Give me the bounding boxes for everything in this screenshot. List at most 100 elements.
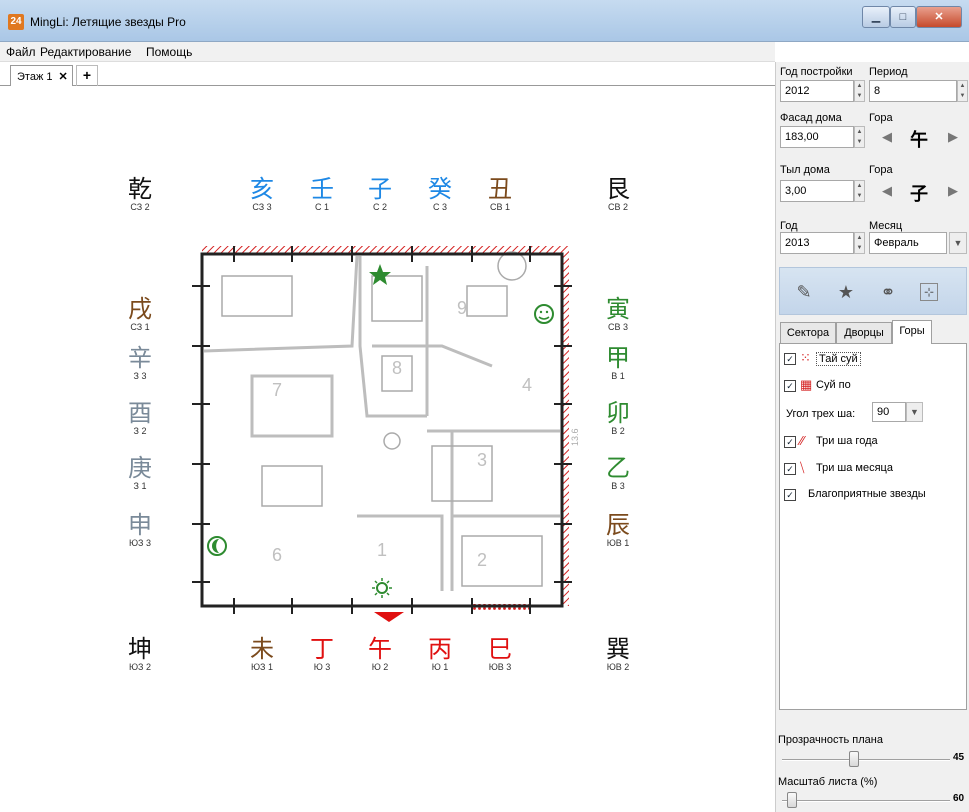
minimize-button[interactable]: ▁	[862, 6, 890, 28]
compass-center-icon[interactable]: ⊹	[920, 283, 938, 301]
three-sha-month-checkbox[interactable]: ✓	[784, 463, 796, 475]
year-built-spinner[interactable]: ▲ ▼	[854, 80, 865, 102]
mountain-bottom-6-label: ЮВ 2	[606, 662, 630, 672]
month-select[interactable]: Февраль	[869, 232, 947, 254]
facade-mountain: 午	[910, 130, 928, 151]
window-title: MingLi: Летящие звезды Pro	[30, 15, 186, 29]
facing-marker-bottom	[374, 612, 404, 622]
mountain-top-5-glyph: 丑	[488, 175, 512, 203]
plan-opacity-track[interactable]	[782, 759, 950, 761]
menu-edit[interactable]: Редактирование	[40, 45, 131, 59]
back-spinner[interactable]: ▲ ▼	[854, 180, 865, 202]
tab-close-icon[interactable]: ✕	[59, 71, 68, 83]
tai-sui-checkbox[interactable]: ✓	[784, 353, 796, 365]
mountain-top-0-label: СЗ 2	[130, 202, 150, 212]
mountain-right-0-glyph: 寅	[606, 295, 630, 323]
mountain-bottom-5-glyph: 巳	[488, 635, 512, 663]
three-sha-angle-select[interactable]: 90	[872, 402, 906, 422]
room-label-2: 2	[477, 550, 487, 570]
mountain-bottom-2-label: Ю 3	[313, 662, 331, 672]
tool-strip: ✎ ★ ⚭ ⊹	[779, 267, 967, 315]
back-input[interactable]: 3,00	[780, 180, 854, 202]
mountain-top-4-glyph: 癸	[428, 175, 452, 203]
three-sha-year-icon: ⁄⁄	[800, 433, 805, 448]
room-label-1: 1	[377, 540, 387, 560]
mountain-top-6-glyph: 艮	[606, 175, 630, 203]
mountain-right-1-glyph: 甲	[606, 344, 630, 372]
maximize-icon: □	[899, 11, 907, 23]
facade-label: Фасад дома	[780, 112, 842, 124]
three-sha-month-label[interactable]: Три ша месяца	[816, 462, 893, 474]
menu-help[interactable]: Помощь	[146, 45, 192, 59]
tab-mountains[interactable]: Горы	[892, 320, 932, 344]
year-spinner[interactable]: ▲ ▼	[854, 232, 865, 254]
mountain-left-1-label: З 3	[133, 371, 147, 381]
mountain-bottom-2-glyph: 丁	[310, 635, 334, 663]
mountain-left-2-glyph: 酉	[128, 399, 152, 427]
tab-floor-1[interactable]: Этаж 1 ✕	[10, 65, 73, 86]
room-label-9: 9	[457, 298, 467, 318]
good-stars-checkbox[interactable]: ✓	[784, 489, 796, 501]
facade-spinner[interactable]: ▲ ▼	[854, 126, 865, 148]
back-mountain-label: Гора	[869, 164, 893, 176]
tab-sectors[interactable]: Сектора	[780, 322, 836, 344]
sheet-scale-slider[interactable]	[786, 792, 797, 808]
add-tab-button[interactable]: +	[76, 65, 98, 86]
sheet-scale-value: 60	[953, 793, 965, 804]
tai-sui-dots-icon: ⁙	[800, 350, 811, 365]
room-label-6: 6	[272, 545, 282, 565]
maximize-button[interactable]: □	[890, 6, 916, 28]
floor-plan[interactable]: 1 2 3 4 6 7 8 9 13.6	[192, 246, 582, 626]
sheet-scale-track[interactable]	[782, 800, 950, 802]
mountain-left-4-label: ЮЗ 3	[128, 538, 152, 548]
back-next-icon[interactable]: ▶	[948, 183, 958, 199]
plan-canvas[interactable]: 乾 СЗ 2 亥 СЗ 3壬С 1子С 2癸С 3 丑 СВ 1 艮 СВ 2 戌 СЗ 1辛З…	[0, 86, 775, 812]
mountain-bottom-4-label: Ю 1	[431, 662, 449, 672]
sheet-scale-label: Масштаб листа (%)	[778, 776, 878, 788]
mountain-left-4-glyph: 申	[128, 511, 152, 539]
close-window-button[interactable]: ✕	[916, 6, 962, 28]
mountain-left-3-label: З 1	[133, 481, 147, 491]
year-built-input[interactable]: 2012	[780, 80, 854, 102]
room-label-4: 4	[522, 375, 532, 395]
mountain-left-2-label: З 2	[133, 426, 147, 436]
three-sha-year-label[interactable]: Три ша года	[816, 435, 878, 447]
app-icon: 24	[8, 14, 24, 30]
year-label: Год	[780, 220, 798, 232]
month-dropdown-arrow[interactable]: ▼	[949, 232, 967, 254]
menu-file[interactable]: Файл	[6, 45, 36, 59]
pencil-icon[interactable]: ✎	[792, 280, 816, 304]
three-sha-month-icon: ⧹	[800, 460, 805, 475]
tab-palaces[interactable]: Дворцы	[836, 322, 892, 344]
tai-sui-label[interactable]: Тай суй	[816, 352, 861, 366]
three-sha-year-checkbox[interactable]: ✓	[784, 436, 796, 448]
sui-po-dots-icon: ▦	[800, 377, 813, 392]
mountain-bottom-0-glyph: 坤	[128, 635, 152, 663]
facade-input[interactable]: 183,00	[780, 126, 854, 148]
good-stars-label[interactable]: Благоприятные звезды	[808, 488, 926, 500]
mountain-top-3-glyph: 子	[368, 175, 392, 203]
period-input[interactable]: 8	[869, 80, 957, 102]
mountain-top-2-glyph: 壬	[310, 175, 334, 203]
year-input[interactable]: 2013	[780, 232, 854, 254]
mountain-right-4-label: ЮВ 1	[606, 538, 630, 548]
mountain-bottom-3-glyph: 午	[368, 635, 392, 663]
period-spinner[interactable]: ▲ ▼	[957, 80, 968, 102]
back-prev-icon[interactable]: ◀	[882, 183, 892, 199]
room-label-8: 8	[392, 358, 402, 378]
sui-po-checkbox[interactable]: ✓	[784, 380, 796, 392]
facade-prev-icon[interactable]: ◀	[882, 129, 892, 145]
link-icon[interactable]: ⚭	[876, 280, 900, 304]
three-sha-angle-label: Угол трех ша:	[786, 408, 856, 420]
facade-next-icon[interactable]: ▶	[948, 129, 958, 145]
back-mountain: 子	[910, 184, 928, 205]
sui-po-label[interactable]: Суй по	[816, 379, 851, 391]
star-tool-icon[interactable]: ★	[834, 280, 858, 304]
three-sha-angle-dropdown[interactable]: ▼	[906, 402, 923, 422]
smiley-icon	[534, 304, 554, 324]
menu-bar: Файл Редактирование Помощь	[0, 42, 775, 62]
month-label: Месяц	[869, 220, 903, 232]
document-tab-bar: Этаж 1 ✕ +	[0, 62, 775, 86]
mountain-right-2-glyph: 卯	[606, 399, 630, 427]
plan-opacity-slider[interactable]	[849, 751, 859, 767]
